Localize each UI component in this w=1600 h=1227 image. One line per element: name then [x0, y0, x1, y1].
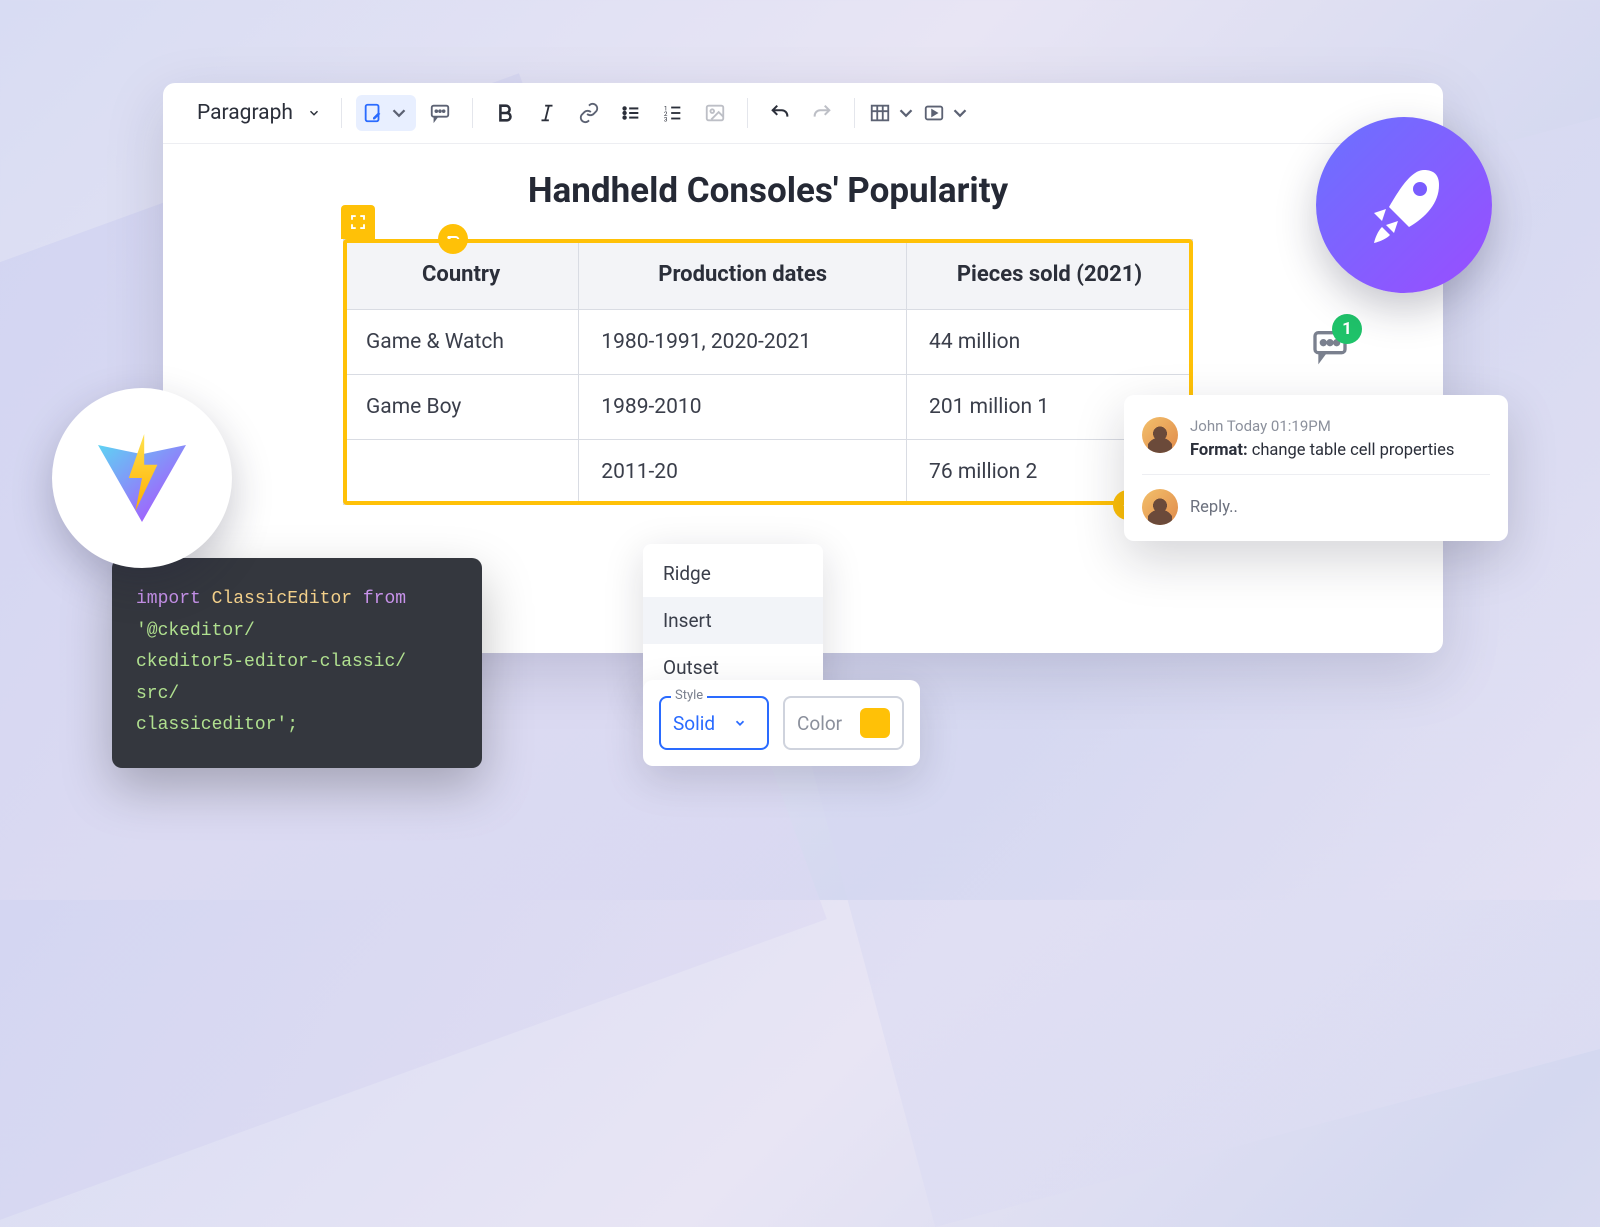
rocket-icon: [1354, 155, 1454, 255]
avatar: [1142, 417, 1178, 453]
video-icon: [923, 102, 945, 124]
redo-icon: [811, 102, 833, 124]
track-changes-button[interactable]: [356, 95, 416, 131]
avatar: [1142, 489, 1178, 525]
selected-table[interactable]: Country Production dates Pieces sold (20…: [343, 239, 1193, 505]
comment-meta: John Today 01:19PM: [1190, 417, 1454, 435]
expand-handle[interactable]: [341, 205, 375, 239]
table-row[interactable]: Game Boy 1989-2010 201 million 1: [344, 375, 1193, 440]
redo-button[interactable]: [804, 95, 840, 131]
media-button[interactable]: [923, 95, 971, 131]
bullet-list-icon: [620, 102, 642, 124]
cell-properties-panel: Style Solid Color: [643, 680, 920, 766]
chevron-down-icon: [895, 102, 917, 124]
italic-icon: [536, 102, 558, 124]
table-row[interactable]: Game & Watch 1980-1991, 2020-2021 44 mil…: [344, 310, 1193, 375]
undo-icon: [769, 102, 791, 124]
undo-button[interactable]: [762, 95, 798, 131]
comment-body: Format: change table cell properties: [1190, 441, 1454, 460]
speech-bubble-icon: [429, 102, 451, 124]
comment-count-badge: 1: [1332, 314, 1362, 344]
return-icon: [445, 231, 461, 247]
import-path: '@ckeditor/ ckeditor5-editor-classic/ sr…: [136, 621, 406, 736]
vite-logo-badge: [52, 388, 232, 568]
kw-from: from: [363, 589, 406, 609]
image-icon: [704, 102, 726, 124]
link-button[interactable]: [571, 95, 607, 131]
vite-icon: [87, 423, 197, 533]
chevron-down-icon: [307, 106, 321, 120]
italic-button[interactable]: [529, 95, 565, 131]
toolbar: Paragraph 123: [163, 83, 1443, 144]
rocket-badge: [1316, 117, 1492, 293]
document-title: Handheld Consoles' Popularity: [273, 170, 1263, 211]
document-edit-icon: [362, 102, 384, 124]
comment-button[interactable]: [422, 95, 458, 131]
block-style-label: Paragraph: [197, 101, 293, 125]
comment-indicator[interactable]: 1: [1308, 326, 1352, 370]
bold-icon: [494, 102, 516, 124]
menu-item-ridge[interactable]: Ridge: [643, 550, 823, 597]
color-select[interactable]: Color: [783, 696, 904, 750]
menu-item-insert[interactable]: Insert: [643, 597, 823, 644]
reply-input[interactable]: Reply..: [1142, 474, 1490, 541]
chevron-down-icon: [949, 102, 971, 124]
style-field-value: Solid: [673, 712, 715, 735]
svg-text:3: 3: [664, 115, 668, 123]
consoles-table: Country Production dates Pieces sold (20…: [343, 239, 1193, 505]
insert-row-handle-top[interactable]: [438, 224, 468, 254]
reply-placeholder: Reply..: [1190, 498, 1238, 517]
bold-button[interactable]: [487, 95, 523, 131]
bullet-list-button[interactable]: [613, 95, 649, 131]
code-snippet: import ClassicEditor from '@ckeditor/ ck…: [112, 558, 482, 768]
link-icon: [578, 102, 600, 124]
table-icon: [869, 102, 891, 124]
th-sold: Pieces sold (2021): [907, 240, 1193, 310]
block-style-dropdown[interactable]: Paragraph: [187, 101, 327, 125]
chevron-down-icon: [733, 716, 747, 730]
style-select[interactable]: Style Solid: [659, 696, 769, 750]
numbered-list-icon: 123: [662, 102, 684, 124]
color-swatch: [860, 708, 890, 738]
expand-icon: [349, 213, 367, 231]
border-style-menu: Ridge Insert Outset: [643, 544, 823, 697]
class-name: ClassicEditor: [212, 589, 352, 609]
style-field-label: Style: [671, 688, 707, 703]
table-button[interactable]: [869, 95, 917, 131]
th-production: Production dates: [579, 240, 907, 310]
image-button[interactable]: [697, 95, 733, 131]
chevron-down-icon: [388, 102, 410, 124]
comment-thread: John Today 01:19PM Format: change table …: [1124, 395, 1508, 541]
numbered-list-button[interactable]: 123: [655, 95, 691, 131]
color-field-label: Color: [797, 712, 842, 735]
table-row[interactable]: 2011-20 76 million 2: [344, 440, 1193, 505]
kw-import: import: [136, 589, 201, 609]
